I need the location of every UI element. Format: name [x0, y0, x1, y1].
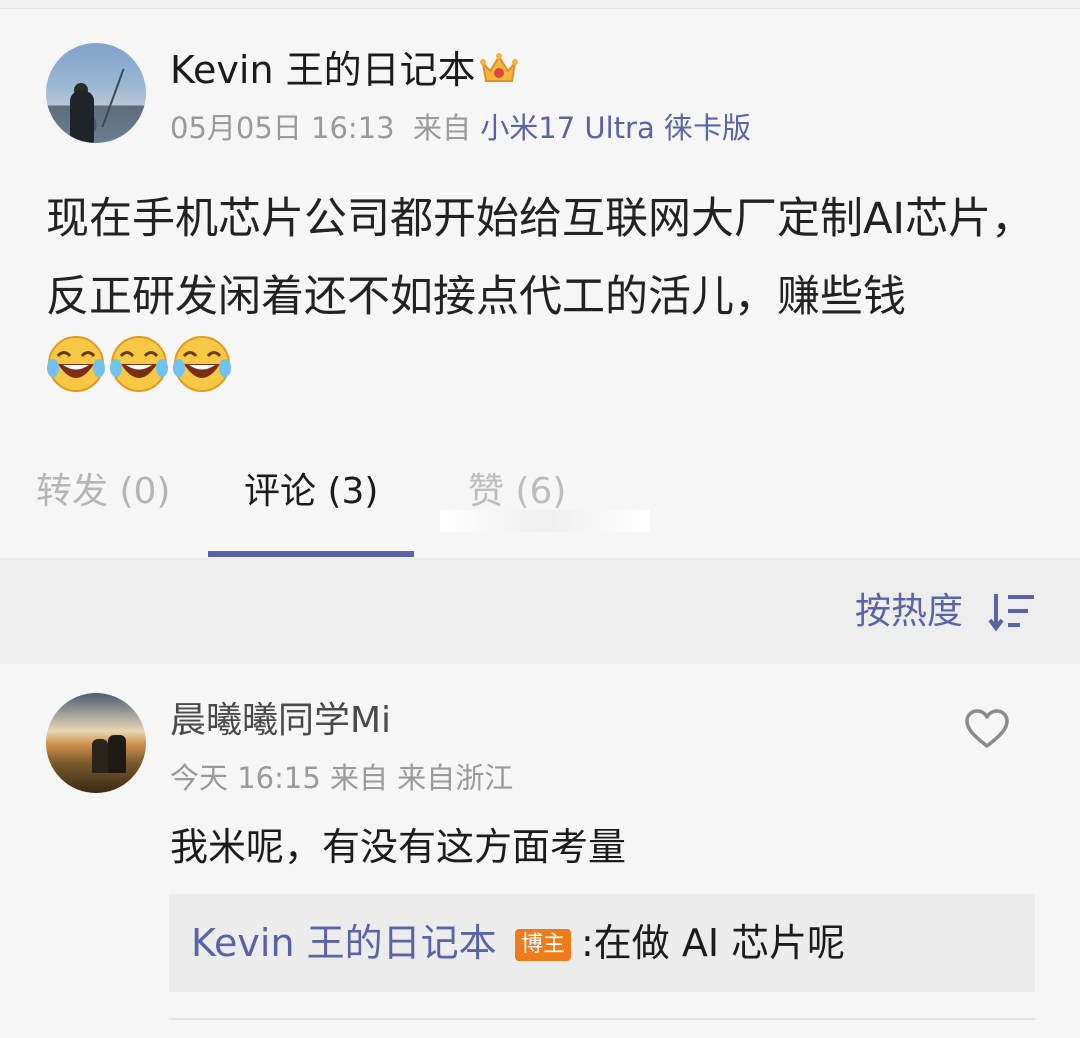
laugh-cry-emoji-icon: [110, 336, 168, 392]
avatar-figure: [92, 739, 108, 773]
commenter-avatar[interactable]: [46, 693, 146, 793]
comment-divider: [169, 1018, 1035, 1020]
op-badge: 博主: [515, 929, 571, 961]
tab-like[interactable]: 赞 (6): [468, 470, 566, 514]
sort-by-hotness-button[interactable]: 按热度: [855, 590, 963, 634]
comment-location: 来自浙江: [397, 761, 514, 795]
post-from-label: 来自: [413, 111, 472, 145]
reply-preview[interactable]: Kevin 王的日记本 博主 :在做 AI 芯片呢: [169, 894, 1035, 992]
comment-meta: 今天 16:15 来自 来自浙江: [170, 760, 513, 796]
blur-overlay: [440, 510, 650, 532]
avatar-person-body: [70, 91, 94, 143]
post-content: 现在手机芯片公司都开始给互联网大厂定制AI芯片，反正研发闲着还不如接点代工的活儿…: [46, 194, 1035, 322]
crown-icon[interactable]: [479, 51, 519, 87]
reply-text: :在做 AI 芯片呢: [581, 921, 846, 965]
post-meta: 05月05日 16:13 来自 小米17 Ultra 徕卡版: [170, 110, 751, 146]
author-avatar[interactable]: [46, 43, 146, 143]
tab-comment[interactable]: 评论 (3): [244, 470, 378, 514]
laugh-cry-emoji-icon: [173, 336, 231, 392]
tab-repost[interactable]: 转发 (0): [36, 470, 170, 514]
comment-from-label: 来自: [330, 761, 389, 795]
avatar-mast-shape: [101, 68, 125, 128]
comment-item: 晨曦曦同学Mi 今天 16:15 来自 来自浙江 我米呢，有没有这方面考量 Ke…: [0, 664, 1080, 1038]
post-time: 05月05日 16:13: [170, 111, 395, 145]
comment-time: 今天 16:15: [170, 761, 321, 795]
sort-descending-icon[interactable]: [988, 591, 1036, 633]
reply-author-name[interactable]: Kevin 王的日记本: [191, 920, 497, 966]
interaction-tabs: 转发 (0) 评论 (3) 赞 (6): [0, 428, 1080, 558]
comment-text: 我米呢，有没有这方面考量: [170, 825, 627, 869]
heart-icon[interactable]: [964, 708, 1010, 750]
sort-bar: 按热度: [0, 558, 1080, 664]
post-source-device[interactable]: 小米17 Ultra 徕卡版: [480, 111, 751, 145]
post-emoji-row: [46, 334, 235, 394]
avatar-figure: [108, 735, 126, 773]
laugh-cry-emoji-icon: [47, 336, 105, 392]
active-tab-indicator: [208, 551, 414, 557]
post-author-name[interactable]: Kevin 王的日记本: [170, 46, 476, 94]
top-edge-divider: [0, 0, 1080, 9]
commenter-name[interactable]: 晨曦曦同学Mi: [170, 699, 391, 743]
